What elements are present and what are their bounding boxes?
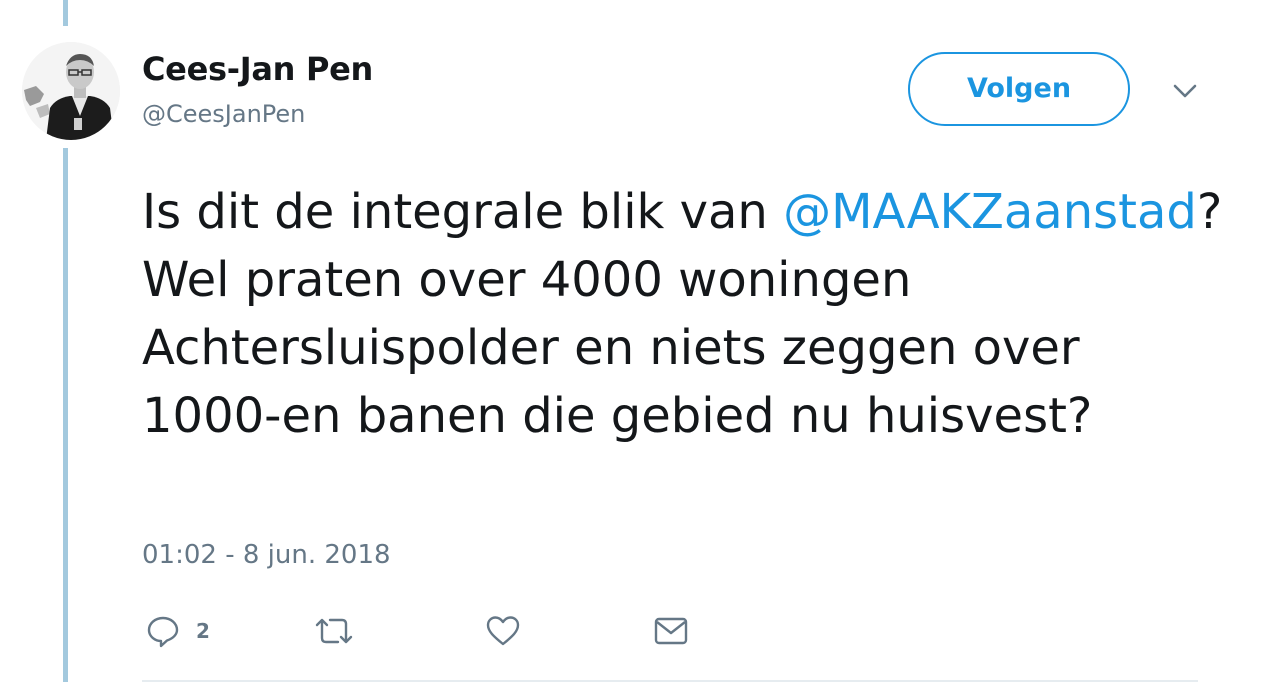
follow-button[interactable]: Volgen: [908, 52, 1130, 126]
thread-line-top: [63, 0, 68, 26]
retweet-icon: [313, 614, 355, 648]
tweet-timestamp[interactable]: 01:02 - 8 jun. 2018: [142, 540, 391, 570]
retweet-button[interactable]: [313, 611, 355, 651]
like-button[interactable]: [485, 611, 521, 651]
reply-icon: [146, 614, 180, 648]
tweet-page: Cees-Jan Pen @CeesJanPen Volgen Is dit d…: [0, 0, 1280, 682]
direct-message-button[interactable]: [653, 611, 689, 651]
thread-line-bottom: [63, 148, 68, 682]
reply-button[interactable]: 2: [146, 611, 210, 651]
tweet-text-part: Is dit de integrale blik van: [142, 184, 784, 240]
mention-link[interactable]: @MAAKZaanstad: [783, 184, 1197, 240]
reply-count: 2: [196, 619, 210, 643]
avatar[interactable]: [22, 42, 120, 140]
tweet-text: Is dit de integrale blik van @MAAKZaanst…: [142, 178, 1232, 450]
heart-icon: [485, 614, 521, 648]
author-handle[interactable]: @CeesJanPen: [142, 100, 305, 128]
envelope-icon: [653, 614, 689, 648]
avatar-photo: [22, 42, 120, 140]
chevron-down-icon[interactable]: [1170, 80, 1200, 104]
author-display-name[interactable]: Cees-Jan Pen: [142, 50, 373, 88]
